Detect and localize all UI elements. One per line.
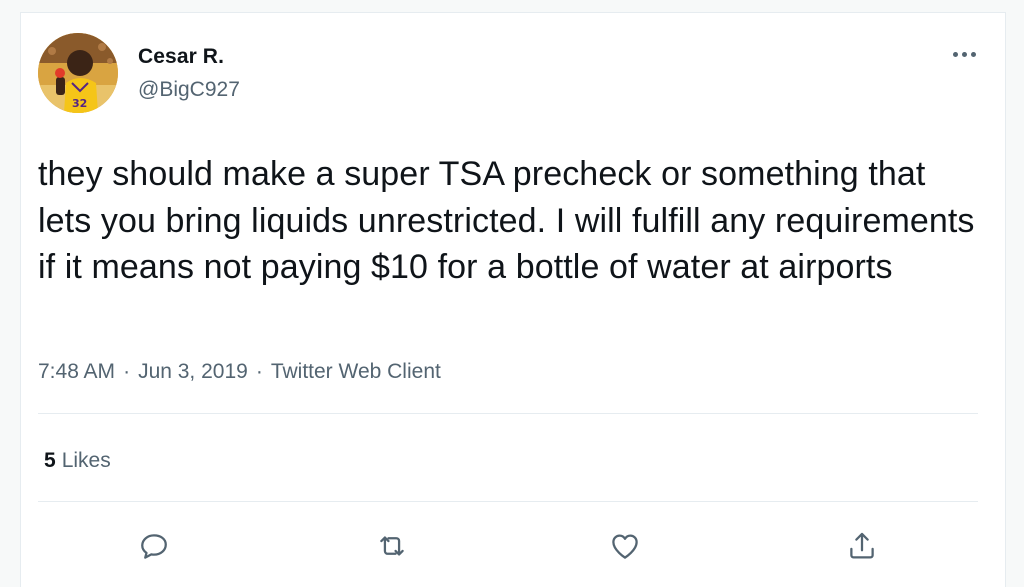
retweet-icon [380, 536, 404, 556]
reply-button[interactable] [129, 521, 179, 571]
author-handle[interactable]: @BigC927 [138, 78, 240, 102]
more-dot [970, 51, 976, 57]
more-dot [952, 51, 958, 57]
likes-label: Likes [61, 449, 111, 472]
meta-separator: · [255, 360, 263, 383]
action-bar [21, 521, 1007, 571]
share-button[interactable] [837, 521, 887, 571]
tweet-time[interactable]: 7:48 AM [38, 360, 115, 384]
reply-icon [141, 534, 167, 559]
likes-count: 5 [44, 449, 56, 472]
avatar[interactable]: 32 [38, 33, 118, 113]
meta-separator: · [123, 360, 131, 383]
divider [38, 501, 978, 502]
svg-text:32: 32 [72, 97, 87, 110]
more-options-icon[interactable] [946, 41, 982, 67]
share-icon [850, 532, 874, 559]
heart-icon [612, 534, 638, 559]
more-dot [961, 51, 967, 57]
tweet-text: they should make a super TSA precheck or… [38, 155, 975, 286]
like-button[interactable] [600, 521, 650, 571]
tweet-date[interactable]: Jun 3, 2019 [138, 360, 248, 384]
tweet-client[interactable]: Twitter Web Client [271, 360, 441, 384]
retweet-button[interactable] [367, 521, 417, 571]
avatar-image: 32 [38, 33, 118, 113]
divider [38, 413, 978, 414]
tweet-meta: 7:48 AM · Jun 3, 2019 · Twitter Web Clie… [38, 360, 441, 384]
tweet-card: 32 Cesar R. @BigC927 they should make a … [20, 12, 1006, 587]
author-name[interactable]: Cesar R. [138, 45, 224, 69]
likes-stat[interactable]: 5 Likes [44, 449, 111, 473]
